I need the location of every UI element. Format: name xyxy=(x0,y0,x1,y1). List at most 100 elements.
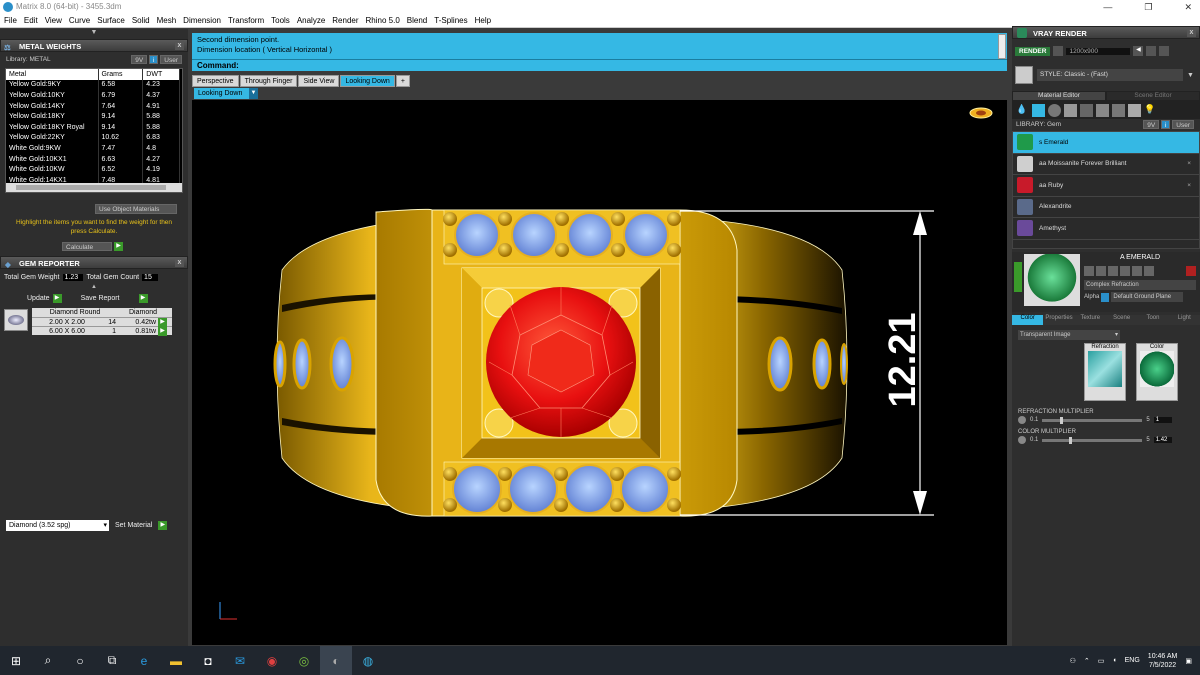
refraction-swatch[interactable]: Refraction xyxy=(1084,343,1126,401)
ground-plane-select[interactable]: Default Ground Plane xyxy=(1111,292,1184,302)
edge-icon[interactable]: e xyxy=(128,646,160,675)
close-panel-icon[interactable]: x xyxy=(175,41,184,50)
windows-start-icon[interactable]: ⊞ xyxy=(0,646,32,675)
subtab-properties[interactable]: Properties xyxy=(1043,315,1075,325)
remove-icon[interactable]: × xyxy=(1187,182,1191,189)
btn-9v[interactable]: 9V xyxy=(131,55,148,64)
menu-transform[interactable]: Transform xyxy=(228,16,264,25)
info-button[interactable]: i xyxy=(149,55,159,64)
command-input[interactable]: Command: xyxy=(192,59,1007,71)
btn-user[interactable]: User xyxy=(1172,120,1194,129)
menu-blend[interactable]: Blend xyxy=(407,16,427,25)
dock-icon[interactable] xyxy=(1146,46,1157,56)
render-button[interactable]: RENDER xyxy=(1015,46,1051,56)
collapse-arrow-icon[interactable]: ▼ xyxy=(0,29,188,39)
menu-tsplines[interactable]: T-Splines xyxy=(434,16,467,25)
subtab-toon[interactable]: Toon xyxy=(1137,315,1169,325)
table-row[interactable]: Yellow Gold:18KY 9.14 5.88 xyxy=(6,111,180,122)
horizontal-scrollbar[interactable] xyxy=(6,183,182,192)
collapse-arrow-icon[interactable]: ▲ xyxy=(0,284,188,292)
table-row[interactable]: Yellow Gold:9KY 6.58 4.23 xyxy=(6,79,180,91)
3d-viewport[interactable]: 12.21 xyxy=(192,100,1007,645)
ring-thumbnail-icon[interactable] xyxy=(969,107,993,119)
table-row[interactable]: White Gold:10KW 6.52 4.19 xyxy=(6,164,180,175)
task-view-icon[interactable]: ⧉ xyxy=(96,646,128,675)
tool-icon[interactable] xyxy=(1132,266,1142,276)
save-report-button[interactable]: Save Report xyxy=(81,295,120,302)
tab-side-view[interactable]: Side View xyxy=(298,75,340,87)
prev-icon[interactable]: ◀ xyxy=(1133,46,1144,56)
shader-select[interactable]: Complex Refraction xyxy=(1084,280,1196,290)
list-item[interactable]: aa Ruby × xyxy=(1013,175,1199,197)
chevron-up-icon[interactable]: ⌃ xyxy=(1084,657,1090,665)
alpha-toggle[interactable] xyxy=(1101,292,1110,302)
menu-tools[interactable]: Tools xyxy=(271,16,290,25)
set-material-button[interactable]: Set Material xyxy=(115,522,152,529)
refraction-value[interactable]: 1 xyxy=(1153,417,1172,423)
calculate-go-icon[interactable]: ▶ xyxy=(114,242,123,251)
update-button[interactable]: Update xyxy=(27,295,50,302)
edit-icon[interactable] xyxy=(1128,103,1141,117)
set-material-go-icon[interactable]: ▶ xyxy=(158,521,168,530)
menu-view[interactable]: View xyxy=(45,16,62,25)
drop-icon[interactable]: 💧 xyxy=(1016,104,1029,117)
table-row[interactable]: Yellow Gold:18KY Royal 9.14 5.88 xyxy=(6,121,180,133)
menu-surface[interactable]: Surface xyxy=(97,16,125,25)
transparent-image-select[interactable]: Transparent Image ▾ xyxy=(1018,330,1120,340)
tab-looking-down[interactable]: Looking Down xyxy=(340,75,395,87)
tab-through-finger[interactable]: Through Finger xyxy=(239,75,298,87)
style-thumbnail[interactable] xyxy=(1015,66,1033,84)
tab-perspective[interactable]: Perspective xyxy=(192,75,239,87)
tab-material-editor[interactable]: Material Editor xyxy=(1012,91,1106,101)
people-icon[interactable]: ⚇ xyxy=(1070,657,1076,665)
menu-mesh[interactable]: Mesh xyxy=(157,16,177,25)
btn-9v[interactable]: 9V xyxy=(1143,120,1160,129)
view-select[interactable]: Looking Down ▼ xyxy=(194,88,258,99)
menu-render[interactable]: Render xyxy=(332,16,358,25)
texture-icon[interactable] xyxy=(1064,103,1077,117)
color-value[interactable]: 1.42 xyxy=(1153,437,1172,443)
delete-icon[interactable] xyxy=(1186,266,1196,276)
list-item[interactable]: Alexandrite xyxy=(1013,197,1199,218)
close-button[interactable]: ✕ xyxy=(1184,0,1192,14)
notification-icon[interactable]: ▣ xyxy=(1185,657,1192,665)
mail-icon[interactable]: ✉ xyxy=(224,646,256,675)
table-row[interactable]: White Gold:10KX1 6.63 4.27 xyxy=(6,153,180,165)
menu-rhino[interactable]: Rhino 5.0 xyxy=(366,16,400,25)
list-item[interactable]: Amethyst xyxy=(1013,218,1199,240)
table-row[interactable]: 2.00 X 2.00 14 0.42tw ▶ xyxy=(32,317,172,327)
info-button[interactable]: i xyxy=(1161,120,1171,129)
subtab-color[interactable]: Color xyxy=(1012,315,1044,325)
clock[interactable]: 10:46 AM 7/5/2022 xyxy=(1148,652,1178,670)
tool-icon[interactable] xyxy=(1084,266,1094,276)
refraction-slider[interactable] xyxy=(1042,416,1143,424)
menu-analyze[interactable]: Analyze xyxy=(297,16,325,25)
table-row[interactable]: Yellow Gold:14KY 7.64 4.91 xyxy=(6,100,180,112)
tool-icon[interactable] xyxy=(1096,266,1106,276)
style-select[interactable]: STYLE: Classic - (Fast) xyxy=(1037,69,1183,81)
table-row[interactable]: Yellow Gold:10KY 6.79 4.37 xyxy=(6,90,180,101)
sphere-icon[interactable] xyxy=(1048,103,1061,117)
menu-file[interactable]: File xyxy=(4,16,17,25)
row-go-icon[interactable]: ▶ xyxy=(158,327,167,336)
subtab-texture[interactable]: Texture xyxy=(1074,315,1106,325)
expand-arrow-icon[interactable] xyxy=(1014,262,1022,292)
subtab-light[interactable]: Light xyxy=(1168,315,1200,325)
table-row[interactable]: Yellow Gold:22KY 10.62 6.83 xyxy=(6,132,180,144)
copy-icon[interactable] xyxy=(1096,103,1109,117)
gear-icon[interactable] xyxy=(1018,416,1026,424)
search-icon[interactable]: ⌕ xyxy=(32,646,64,675)
color-swatch[interactable]: Color xyxy=(1136,343,1178,401)
tool-icon[interactable] xyxy=(1120,266,1130,276)
network-icon[interactable]: ▭ xyxy=(1098,657,1105,665)
menu-help[interactable]: Help xyxy=(475,16,491,25)
list-item[interactable]: aa Moissanite Forever Brilliant × xyxy=(1013,154,1199,175)
matrix-app-icon[interactable]: ◐ xyxy=(320,646,352,675)
calculate-button[interactable]: Calculate xyxy=(62,242,112,251)
btn-user[interactable]: User xyxy=(160,55,182,64)
menu-curve[interactable]: Curve xyxy=(69,16,90,25)
tool-icon[interactable] xyxy=(1108,266,1118,276)
color-slider[interactable] xyxy=(1042,436,1143,444)
update-go-icon[interactable]: ▶ xyxy=(52,293,62,303)
menu-solid[interactable]: Solid xyxy=(132,16,150,25)
